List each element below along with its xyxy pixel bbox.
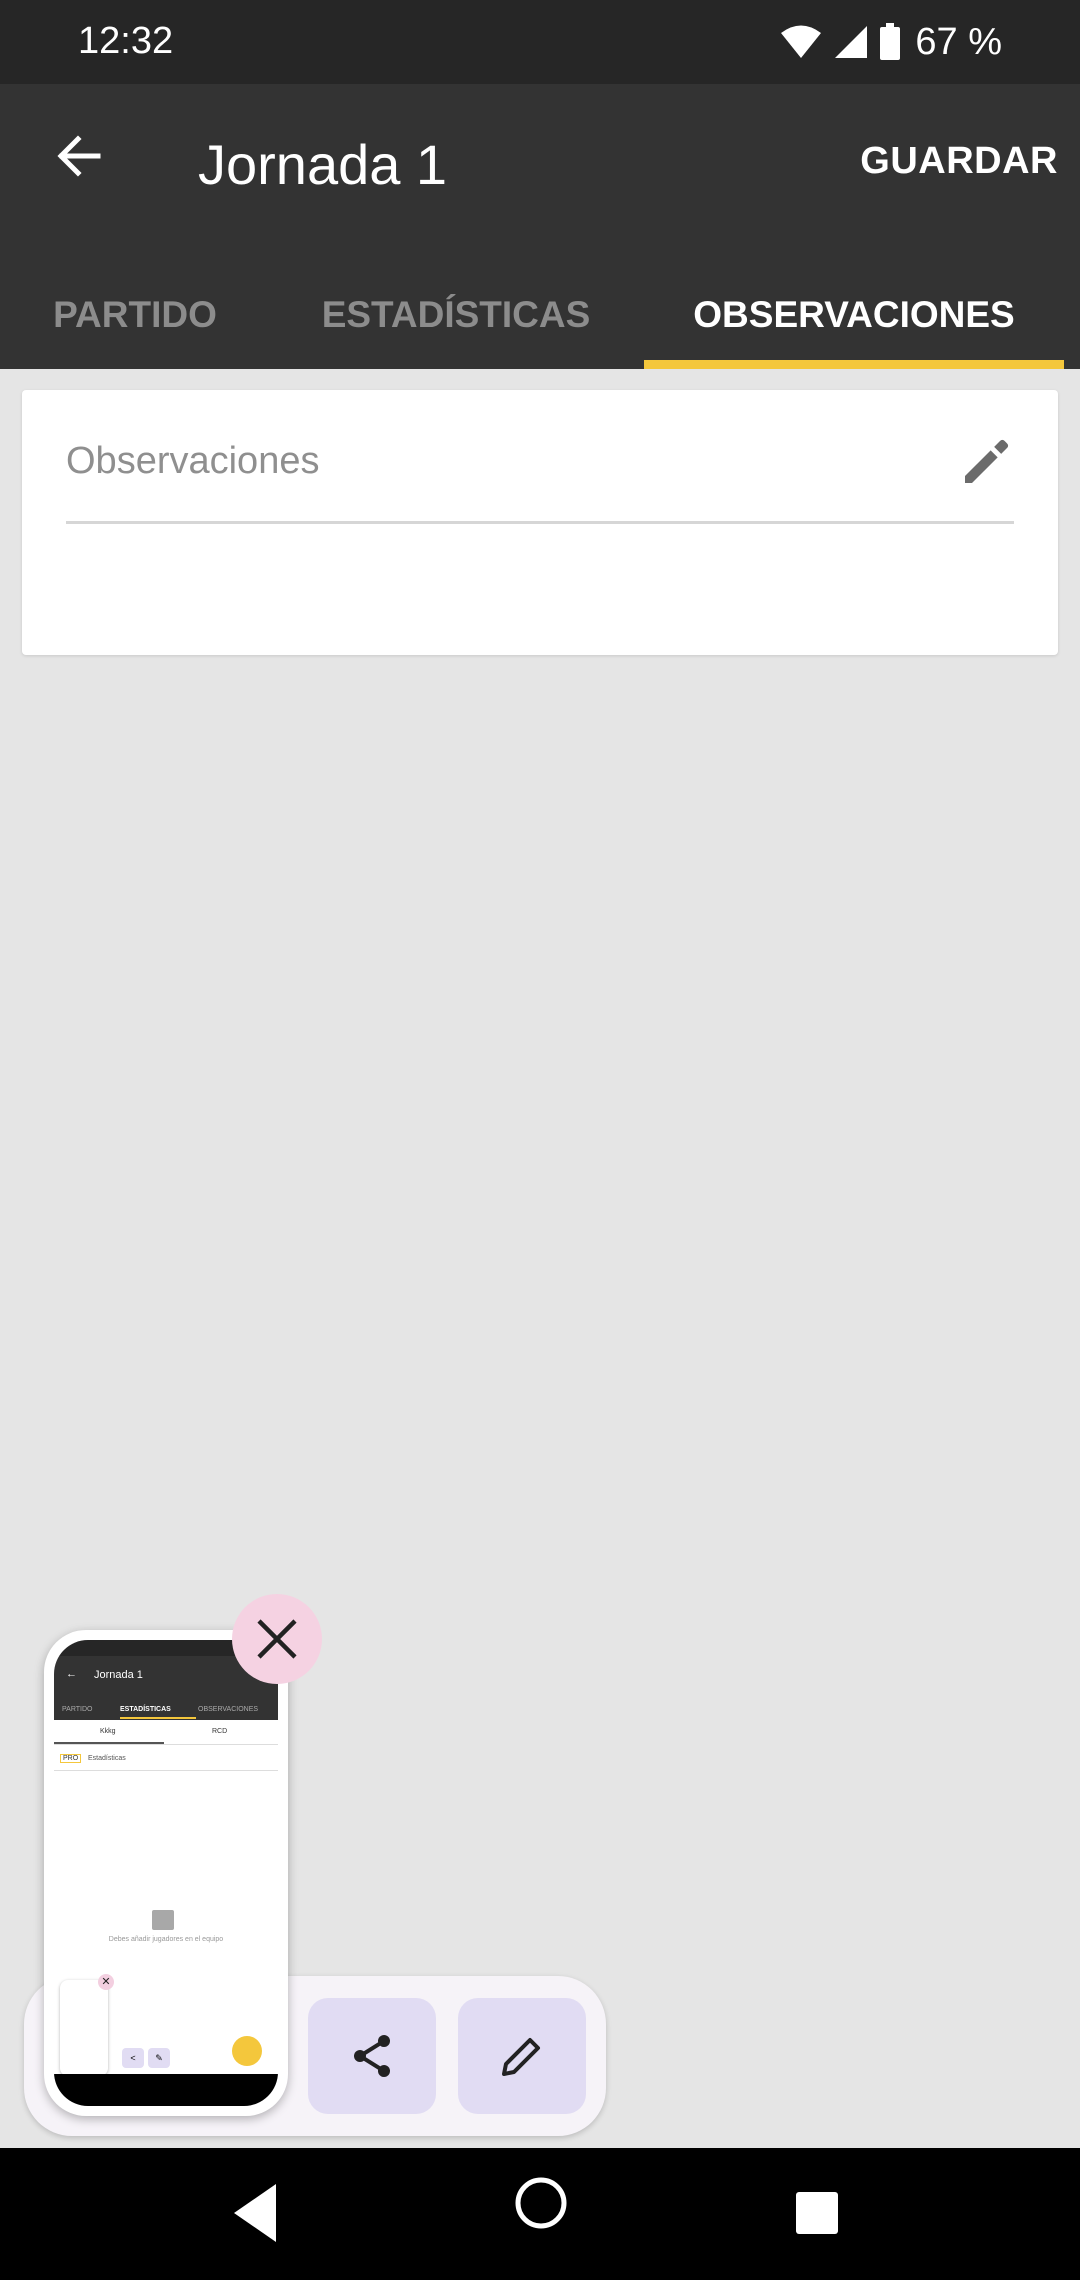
tab-partido[interactable]: PARTIDO [30, 260, 240, 369]
thumb-tab-estadisticas: ESTADÍSTICAS [120, 1706, 171, 1713]
thumb-nav-bar [54, 2074, 278, 2106]
thumb-empty-text: Debes añadir jugadores en el equipo [108, 1936, 224, 1943]
observations-card: Observaciones [22, 390, 1058, 655]
battery-percentage: 67 % [915, 20, 1002, 63]
save-button[interactable]: GUARDAR [860, 140, 1058, 183]
thumb-clock-icon [152, 1910, 174, 1930]
nav-recents-icon[interactable] [796, 2192, 838, 2234]
thumb-stats-label: Estadísticas [88, 1755, 126, 1762]
thumb-back-icon: ← [66, 1668, 77, 1680]
thumb-tab-indicator [120, 1717, 196, 1719]
arrow-back-icon [57, 135, 101, 177]
status-icons: 67 % [779, 18, 1002, 66]
tab-estadisticas[interactable]: ESTADÍSTICAS [300, 260, 612, 369]
back-button[interactable] [40, 118, 116, 194]
status-time: 12:32 [78, 20, 174, 62]
battery-icon [880, 23, 901, 60]
tab-bar: PARTIDO ESTADÍSTICAS OBSERVACIONES [0, 260, 1080, 369]
tab-indicator [644, 360, 1064, 369]
pencil-icon [502, 2038, 540, 2076]
observations-label: Observaciones [66, 440, 320, 482]
thumb-subtab-1: Kkkg [100, 1728, 116, 1735]
nav-back-icon[interactable] [232, 2182, 278, 2244]
page-title: Jornada 1 [198, 133, 448, 196]
status-bar: 12:32 67 % [0, 0, 1080, 84]
thumbnail-content: ← Jornada 1 GU PARTIDO ESTADÍSTICAS OBSE… [54, 1640, 278, 2106]
thumb-divider-2 [54, 1770, 278, 1771]
observations-underline [66, 521, 1014, 524]
thumb-add-player-fab [232, 2036, 262, 2066]
thumb-title: Jornada 1 [94, 1669, 143, 1681]
app-bar: Jornada 1 GUARDAR PARTIDO ESTADÍSTICAS O… [0, 84, 1080, 369]
edit-icon[interactable] [958, 434, 1014, 490]
tab-observaciones[interactable]: OBSERVACIONES [644, 260, 1064, 369]
edit-screenshot-button[interactable] [458, 1998, 586, 2114]
share-icon [354, 2035, 390, 2077]
thumb-nested-close-icon: ✕ [98, 1974, 114, 1990]
thumb-divider [54, 1744, 278, 1745]
close-preview-button[interactable] [232, 1594, 322, 1684]
thumb-subtab-2: RCD [212, 1728, 228, 1735]
thumb-share-icon: < [122, 2048, 144, 2068]
thumb-pro-badge: PRO [60, 1754, 82, 1763]
thumb-pencil-icon: ✎ [148, 2048, 170, 2068]
thumb-nested-preview [60, 1980, 108, 2076]
system-nav-bar [0, 2148, 1080, 2280]
screenshot-thumbnail[interactable]: ← Jornada 1 GU PARTIDO ESTADÍSTICAS OBSE… [44, 1630, 288, 2116]
thumb-tab-observaciones: OBSERVACIONES [198, 1706, 259, 1713]
nav-home-icon[interactable] [514, 2176, 568, 2230]
share-button[interactable] [308, 1998, 436, 2114]
close-icon [257, 1619, 297, 1659]
thumb-tab-partido: PARTIDO [62, 1706, 93, 1713]
cell-signal-icon [835, 26, 868, 58]
wifi-icon [781, 25, 822, 58]
